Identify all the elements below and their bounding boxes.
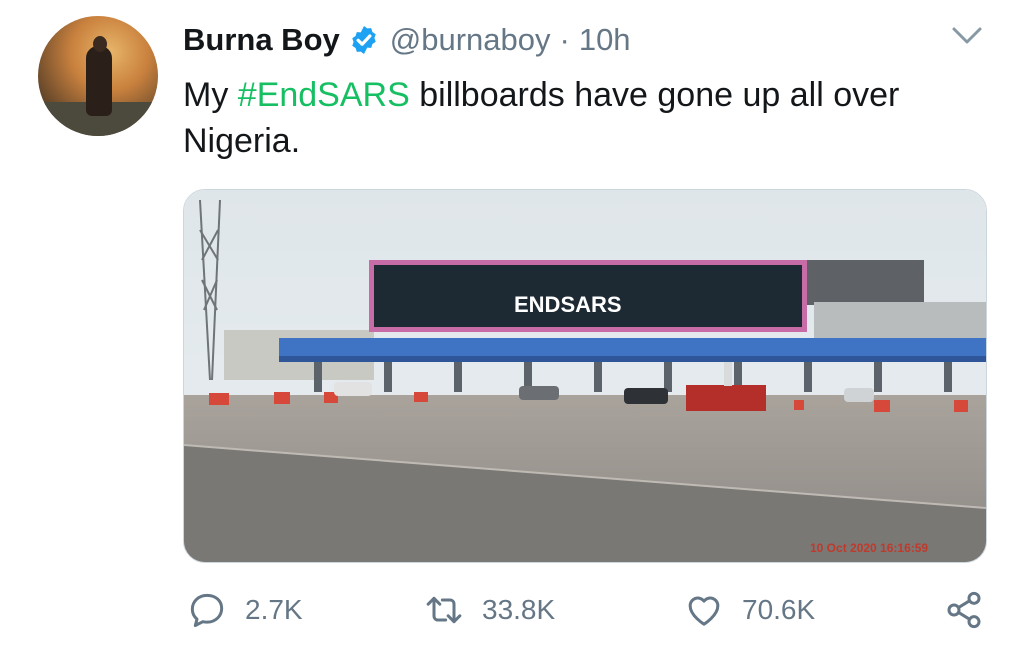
avatar[interactable] [38,16,158,136]
retweet-count: 33.8K [482,594,556,625]
tweet-text-start: My [183,76,238,114]
chevron-down-icon[interactable] [950,24,984,48]
verified-badge-icon [352,26,376,54]
retweet-icon [426,596,462,624]
author-name[interactable]: Burna Boy [183,22,340,58]
like-button[interactable]: 70.6K [684,588,815,632]
author-handle[interactable]: @burnaboy [390,22,551,58]
tweet-text: My #EndSARS billboards have gone up all … [183,72,983,164]
retweet-button[interactable]: 33.8K [424,588,555,632]
toll-plaza-photo: ENDSARS 10 Oct 2020 16:16:59 [184,190,986,562]
share-icon [947,591,981,629]
tweet-media-photo[interactable]: ENDSARS 10 Oct 2020 16:16:59 [183,189,987,563]
avatar-figure [86,46,112,116]
photo-timestamp: 10 Oct 2020 16:16:59 [810,541,928,555]
tweet-actions: 2.7K 33.8K 70.6K [0,588,1024,632]
share-button[interactable] [944,588,984,632]
avatar-head [93,36,107,52]
meta-separator: · [559,22,570,57]
reply-count: 2.7K [245,594,303,625]
tweet-header: Burna Boy @burnaboy · 10h [183,18,631,62]
tweet-time[interactable]: 10h [579,22,631,58]
hashtag-link[interactable]: #EndSARS [238,76,410,114]
like-icon [688,596,720,626]
billboard-text: ENDSARS [514,292,622,317]
reply-icon [190,593,224,627]
reply-button[interactable]: 2.7K [187,588,303,632]
like-count: 70.6K [742,594,816,625]
